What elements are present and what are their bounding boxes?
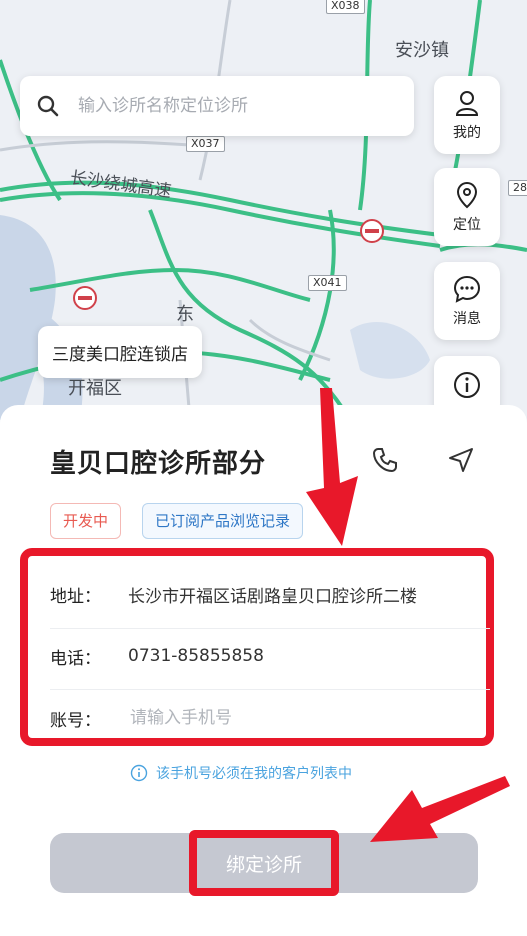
hint-message: 该手机号必须在我的客户列表中 (130, 763, 352, 783)
messages-button[interactable]: 消息 (434, 262, 500, 340)
toll-marker-2 (73, 286, 97, 310)
navigation-icon[interactable] (446, 445, 476, 475)
search-icon (37, 95, 59, 117)
account-phone-input[interactable] (128, 707, 462, 729)
bind-clinic-label: 绑定诊所 (189, 830, 339, 896)
messages-label: 消息 (453, 311, 481, 327)
road-tag-x038: X038 (326, 0, 365, 14)
annotation-arrow-down (306, 388, 358, 546)
toll-marker-1 (360, 219, 384, 243)
locate-button[interactable]: 定位 (434, 168, 500, 246)
address-label: 地址： (50, 586, 101, 607)
clinic-info-box: 地址： 长沙市开福区话剧路皇贝口腔诊所二楼 电话： 0731-85855858 … (20, 548, 494, 746)
address-value: 长沙市开福区话剧路皇贝口腔诊所二楼 (128, 586, 417, 607)
phone-row: 电话： 0731-85855858 (50, 626, 470, 686)
clinic-detail-sheet: 皇贝口腔诊所部分 开发中 已订阅产品浏览记录 地址： 长沙市开福区话剧路皇贝口腔… (0, 405, 527, 936)
search-input[interactable] (76, 95, 380, 117)
phone-label: 电话： (50, 648, 101, 669)
clinic-name: 皇贝口腔诊所部分 (50, 449, 267, 479)
road-tag-x037: X037 (186, 136, 225, 152)
account-label: 账号： (50, 710, 101, 731)
annotation-arrow-left (370, 776, 510, 842)
address-row: 地址： 长沙市开福区话剧路皇贝口腔诊所二楼 (50, 564, 470, 624)
clinic-map-callout[interactable]: 三度美口腔连锁店 (38, 326, 202, 378)
map-label-dong: 东 (176, 304, 194, 325)
mine-label: 我的 (453, 125, 481, 141)
location-pin-icon (456, 181, 478, 209)
chat-bubble-icon (453, 275, 481, 303)
map-label-anshazhen: 安沙镇 (395, 40, 449, 61)
road-tag-28: 28 (508, 180, 527, 196)
mine-button[interactable]: 我的 (434, 76, 500, 154)
hint-text: 该手机号必须在我的客户列表中 (156, 766, 352, 782)
account-row: 账号： (50, 688, 470, 748)
info-circle-icon (130, 764, 148, 782)
phone-value: 0731-85855858 (128, 646, 264, 666)
status-badge: 开发中 (50, 503, 122, 539)
road-tag-x041: X041 (308, 275, 347, 291)
info-icon (454, 372, 480, 398)
user-icon (455, 91, 479, 116)
subscribed-badge[interactable]: 已订阅产品浏览记录 (142, 503, 304, 539)
search-bar[interactable] (20, 76, 414, 136)
locate-label: 定位 (453, 217, 481, 233)
